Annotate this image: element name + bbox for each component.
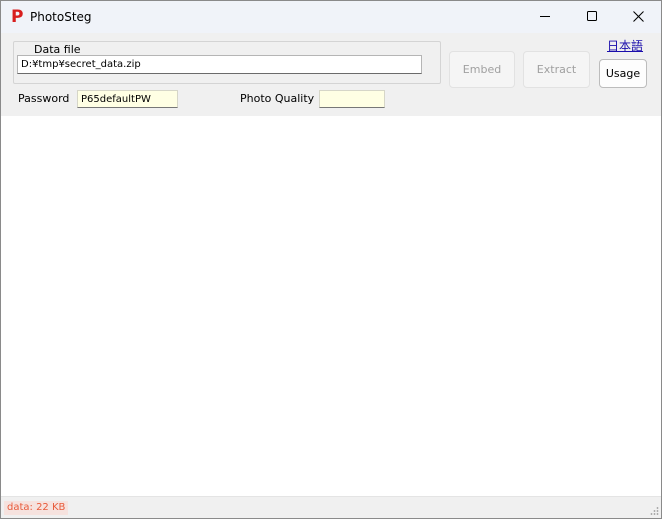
password-input[interactable] xyxy=(77,90,178,108)
japanese-language-link[interactable]: 日本語 xyxy=(607,39,643,53)
close-icon xyxy=(632,10,644,22)
control-panel: Data file Embed Extract Usage 日本語 Passwo… xyxy=(1,33,661,116)
embed-button[interactable]: Embed xyxy=(449,51,515,88)
password-label: Password xyxy=(18,92,70,105)
extract-button[interactable]: Extract xyxy=(523,51,590,88)
minimize-button[interactable] xyxy=(522,1,568,31)
maximize-button[interactable] xyxy=(569,1,615,31)
title-bar[interactable]: P PhotoSteg xyxy=(1,1,661,33)
app-p-icon: P xyxy=(11,7,24,27)
window-title: PhotoSteg xyxy=(30,10,92,24)
usage-button[interactable]: Usage xyxy=(599,59,647,88)
resize-grip-icon[interactable] xyxy=(649,506,659,516)
status-bar: data: 22 KB xyxy=(1,496,661,518)
maximize-icon xyxy=(587,11,597,21)
close-button[interactable] xyxy=(615,1,661,31)
app-window: P PhotoSteg Data file Embed Extract Usag… xyxy=(0,0,662,519)
photo-quality-input[interactable] xyxy=(319,90,385,108)
photo-drop-area[interactable] xyxy=(1,116,661,496)
data-size-status: data: 22 KB xyxy=(4,501,69,515)
minimize-icon xyxy=(540,16,550,17)
datafile-path-input[interactable] xyxy=(17,55,422,74)
photo-quality-label: Photo Quality xyxy=(240,92,315,105)
